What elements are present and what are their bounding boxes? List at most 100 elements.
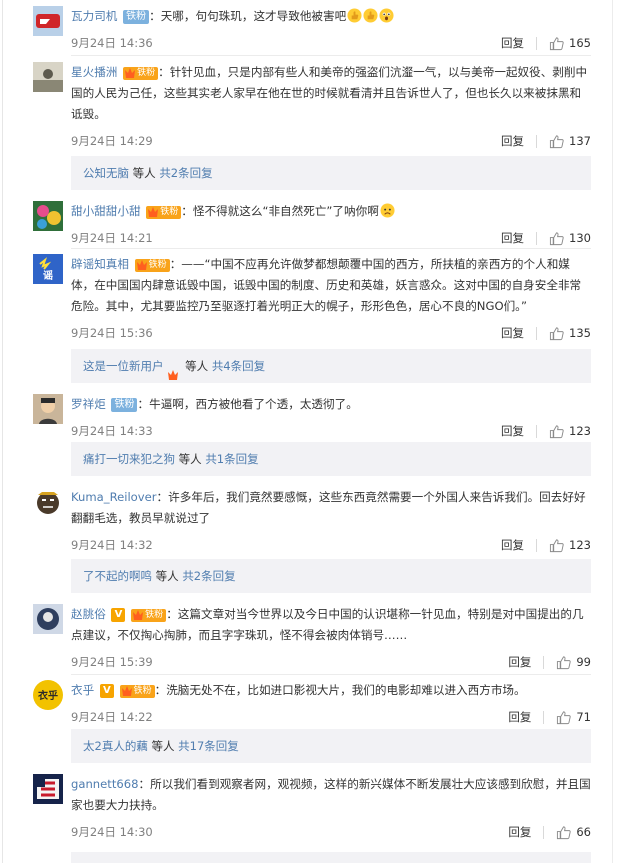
iron-fan-badge[interactable]: 铁粉 [123, 10, 150, 24]
timestamp: 9月24日 14:29 [71, 134, 153, 148]
comment-item: 瓦力司机 铁粉 ：天哪，句句珠玑，这才导致他被害吧 9月24日 14:36 回复 … [33, 6, 591, 54]
divider [536, 326, 538, 340]
thumbs-up-icon [549, 538, 564, 552]
reply-button[interactable]: 回复 [501, 537, 524, 553]
divider [536, 134, 538, 148]
username-link[interactable]: 罗祥炬 [71, 397, 106, 411]
username-link[interactable]: gannett668 [71, 777, 139, 791]
reply-button[interactable]: 回复 [508, 709, 531, 725]
reply-summary[interactable] [71, 852, 591, 863]
iron-fan-badge[interactable]: 铁粉 [111, 398, 138, 412]
avatar[interactable] [33, 487, 63, 517]
divider [71, 55, 591, 56]
timestamp: 9月24日 14:36 [71, 36, 153, 50]
like-count: 130 [569, 231, 591, 245]
avatar[interactable]: 衣乎 [33, 680, 63, 710]
thumbs-up-icon [549, 134, 564, 148]
reply-count-link[interactable]: 共17条回复 [178, 739, 239, 753]
like-button[interactable]: 135 [549, 326, 591, 341]
username-link[interactable]: Kuma_Reilover [71, 490, 157, 504]
reply-button[interactable]: 回复 [501, 133, 524, 149]
reply-count-link[interactable]: 共1条回复 [205, 452, 258, 466]
reply-summary[interactable]: 这是一位新用户 等人 共4条回复 [71, 349, 591, 383]
avatar[interactable] [33, 604, 63, 634]
reply-button[interactable]: 回复 [501, 230, 524, 246]
thumbs-up-icon [363, 8, 378, 23]
reply-button[interactable]: 回复 [508, 824, 531, 840]
timestamp: 9月24日 14:22 [71, 710, 153, 724]
like-count: 135 [569, 326, 591, 340]
avatar[interactable] [33, 774, 63, 804]
comment-item: 赵朓俗 V 铁粉 ：这篇文章对当今世界以及今日中国的认识堪称一针见血，特别是对中国… [33, 604, 591, 673]
username-link[interactable]: 辟谣知真相 [71, 257, 129, 271]
gold-fan-badge[interactable]: 铁粉 [134, 259, 170, 272]
comment-item: 甜小甜甜小甜 铁粉 ：怪不得就这么“非自然死亡”了呐你啊 9月24日 14:21 … [33, 201, 591, 249]
username-link[interactable]: 甜小甜甜小甜 [71, 204, 141, 218]
timestamp: 9月24日 15:36 [71, 326, 153, 340]
divider [71, 674, 591, 675]
reply-user-link[interactable]: 这是一位新用户 [83, 359, 164, 373]
reply-count-link[interactable]: 共2条回复 [159, 166, 212, 180]
verified-badge[interactable]: V [111, 608, 126, 622]
gold-fan-badge[interactable]: 铁粉 [131, 609, 167, 622]
reply-summary[interactable]: 了不起的啊鸣 等人 共2条回复 [71, 559, 591, 593]
crown-icon [133, 610, 144, 620]
like-button[interactable]: 123 [549, 424, 591, 439]
reply-count-link[interactable]: 共4条回复 [212, 359, 265, 373]
username-link[interactable]: 星火播洲 [71, 65, 117, 79]
like-button[interactable]: 165 [549, 36, 591, 51]
reply-user-link[interactable]: 痛打一切来犯之狗 [83, 452, 175, 466]
comment-item: Kuma_Reilover：许多年后，我们竟然要感慨，这些东西竟然需要一个外国人… [33, 487, 591, 556]
divider [543, 710, 545, 724]
avatar[interactable] [33, 6, 63, 36]
username-link[interactable]: 衣乎 [71, 683, 94, 697]
username-link[interactable]: 瓦力司机 [71, 9, 117, 23]
divider [543, 655, 545, 669]
reply-button[interactable]: 回复 [501, 423, 524, 439]
reply-count-link[interactable]: 共2条回复 [182, 569, 235, 583]
divider [536, 538, 538, 552]
reply-user-link[interactable]: 了不起的啊鸣 [83, 569, 152, 583]
reply-user-link[interactable]: 太2真人的藕 [83, 739, 148, 753]
reply-summary[interactable]: 太2真人的藕 等人 共17条回复 [71, 729, 591, 763]
comment-item: 星火播洲 铁粉 ：针针见血，只是内部有些人和美帝的强盗们沆瀣一气，以与美帝一起奴役… [33, 62, 591, 152]
crown-icon [121, 686, 132, 696]
divider [536, 231, 538, 245]
timestamp: 9月24日 14:32 [71, 538, 153, 552]
comment-item: 谣 辟谣知真相 铁粉 ：——“中国不应再允许做梦都想颠覆中国的西方，所扶植的亲西方… [33, 254, 591, 344]
like-button[interactable]: 130 [549, 231, 591, 246]
comment-feed: 瓦力司机 铁粉 ：天哪，句句珠玑，这才导致他被害吧 9月24日 14:36 回复 … [0, 0, 628, 863]
like-button[interactable]: 99 [556, 655, 591, 670]
gold-fan-badge[interactable]: 铁粉 [146, 206, 182, 219]
like-button[interactable]: 66 [556, 825, 591, 840]
divider [536, 424, 538, 438]
gold-fan-badge[interactable]: 铁粉 [119, 685, 155, 698]
username-link[interactable]: 赵朓俗 [71, 607, 106, 621]
like-button[interactable]: 123 [549, 538, 591, 553]
reply-button[interactable]: 回复 [508, 654, 531, 670]
crown-icon [148, 207, 159, 217]
like-count: 99 [576, 655, 591, 669]
like-button[interactable]: 71 [556, 710, 591, 725]
timestamp: 9月24日 14:21 [71, 231, 153, 245]
reply-button[interactable]: 回复 [501, 35, 524, 51]
thumbs-up-icon [549, 36, 564, 50]
like-button[interactable]: 137 [549, 134, 591, 149]
reply-summary[interactable]: 公知无脑 等人 共2条回复 [71, 156, 591, 190]
comment-item: 衣乎 衣乎 V 铁粉 ：洗脑无处不在，比如进口影视大片，我们的电影却难以进入西方市… [33, 680, 591, 728]
gold-fan-badge[interactable]: 铁粉 [123, 67, 159, 80]
comment-text: 怪不得就这么“非自然死亡”了呐你啊 [192, 204, 379, 218]
sad-face-icon [380, 203, 395, 218]
avatar[interactable]: 谣 [33, 254, 63, 284]
avatar[interactable] [33, 394, 63, 424]
avatar[interactable] [33, 201, 63, 231]
reply-user-link[interactable]: 公知无脑 [83, 166, 129, 180]
thumbs-up-icon [557, 710, 572, 724]
avatar[interactable] [33, 62, 63, 92]
reply-button[interactable]: 回复 [501, 325, 524, 341]
verified-badge[interactable]: V [99, 684, 114, 698]
like-count: 71 [576, 710, 591, 724]
reply-summary[interactable]: 痛打一切来犯之狗 等人 共1条回复 [71, 442, 591, 476]
svg-text:谣: 谣 [43, 269, 53, 282]
comment-text: 洗脑无处不在，比如进口影视大片，我们的电影却难以进入西方市场。 [166, 683, 526, 697]
